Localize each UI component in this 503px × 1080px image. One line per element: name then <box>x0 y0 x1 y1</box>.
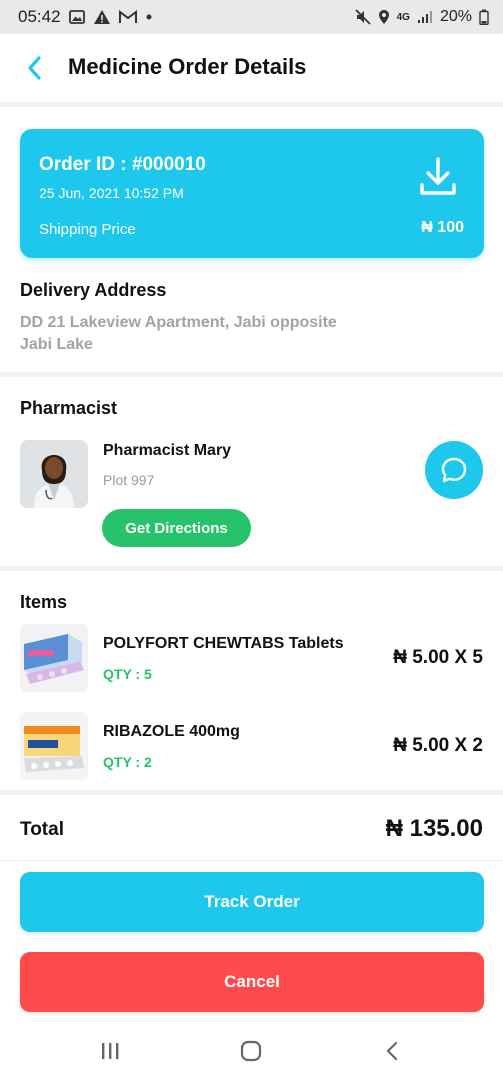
pharmacist-avatar <box>20 440 88 508</box>
get-directions-button[interactable]: Get Directions <box>102 509 251 547</box>
cancel-button[interactable]: Cancel <box>20 952 484 1012</box>
recent-apps-icon <box>102 1043 119 1059</box>
delivery-address-title: Delivery Address <box>20 280 167 300</box>
header-divider <box>0 102 503 107</box>
total-value: ₦ 135.00 <box>385 815 483 842</box>
chat-bubble-icon <box>441 457 467 483</box>
home-button[interactable] <box>236 1038 266 1064</box>
dot-icon <box>145 13 153 21</box>
delivery-address: DD 21 Lakeview Apartment, Jabi opposite … <box>20 314 337 353</box>
status-bar: 05:42 4G 20% <box>0 0 503 34</box>
item-image <box>20 624 88 692</box>
image-icon <box>68 10 85 24</box>
download-button[interactable] <box>418 155 458 199</box>
system-nav-bar <box>0 1022 503 1080</box>
back-nav-icon <box>386 1041 398 1061</box>
track-order-button[interactable]: Track Order <box>20 872 484 932</box>
section-divider <box>0 790 503 795</box>
signal-icon <box>417 10 433 24</box>
items-title: Items <box>20 592 68 612</box>
battery-percent: 20% <box>439 8 472 25</box>
warning-icon <box>93 9 111 25</box>
item-price: ₦ 5.00 X 5 <box>393 647 483 668</box>
pharmacist-name: Pharmacist Mary <box>103 442 232 459</box>
chat-button[interactable] <box>425 441 483 499</box>
back-nav-button[interactable] <box>377 1038 407 1064</box>
location-icon <box>378 9 390 25</box>
page-title: Medicine Order Details <box>68 54 307 79</box>
status-time: 05:42 <box>18 7 61 26</box>
total-divider <box>0 860 503 861</box>
order-id: Order ID : #000010 <box>39 154 206 175</box>
order-summary-card: Order ID : #000010 25 Jun, 2021 10:52 PM… <box>20 129 484 258</box>
total-label: Total <box>20 819 64 840</box>
item-name: POLYFORT CHEWTABS Tablets <box>103 635 344 652</box>
gmail-icon <box>118 10 137 24</box>
back-button[interactable] <box>20 54 48 82</box>
recent-apps-button[interactable] <box>95 1038 125 1064</box>
battery-icon <box>479 9 489 25</box>
section-divider <box>0 566 503 571</box>
mute-icon <box>354 9 371 25</box>
home-icon <box>240 1040 262 1062</box>
pharmacist-plot: Plot 997 <box>103 472 155 488</box>
item-price: ₦ 5.00 X 2 <box>393 735 483 756</box>
shipping-price: ₦ 100 <box>421 219 464 236</box>
section-divider <box>0 372 503 377</box>
item-image <box>20 712 88 780</box>
pharmacist-title: Pharmacist <box>20 398 118 418</box>
download-icon <box>420 157 456 195</box>
item-name: RIBAZOLE 400mg <box>103 723 240 740</box>
shipping-label: Shipping Price <box>39 221 136 238</box>
chevron-left-icon <box>28 56 41 80</box>
item-qty: QTY : 2 <box>103 754 152 770</box>
app-bar: Medicine Order Details <box>0 34 503 102</box>
order-date: 25 Jun, 2021 10:52 PM <box>39 185 184 201</box>
network-label: 4G <box>396 11 410 23</box>
item-qty: QTY : 5 <box>103 666 152 682</box>
